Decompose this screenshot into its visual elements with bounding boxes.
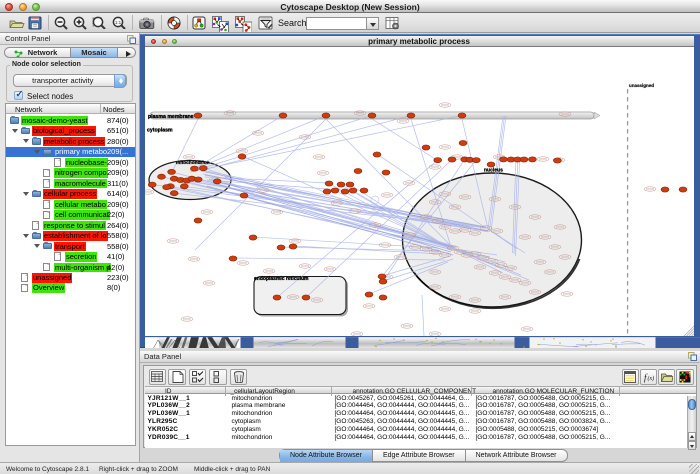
svg-text:mitochondrion: mitochondrion xyxy=(176,160,210,166)
svg-text:(x): (x) xyxy=(648,375,655,382)
svg-text:unassigned: unassigned xyxy=(629,83,654,88)
svg-text:1:1: 1:1 xyxy=(115,20,122,25)
svg-text:endoplasmic reticulum: endoplasmic reticulum xyxy=(254,276,309,282)
svg-text:plasma membrane: plasma membrane xyxy=(148,114,194,120)
svg-text:nucleus: nucleus xyxy=(484,168,503,174)
svg-text:cytoplasm: cytoplasm xyxy=(147,128,173,134)
